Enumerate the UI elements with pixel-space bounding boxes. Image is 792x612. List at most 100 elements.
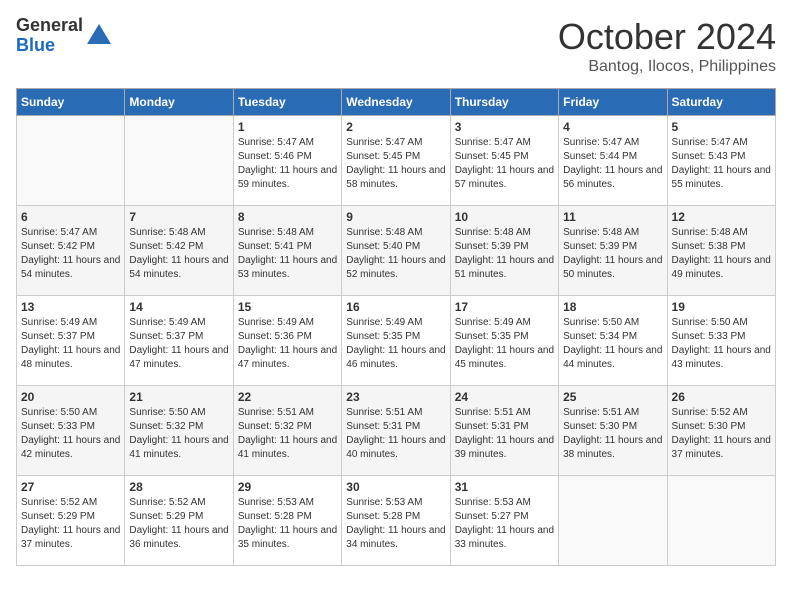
day-cell: 8 Sunrise: 5:48 AM Sunset: 5:41 PM Daylig…	[233, 206, 341, 296]
day-cell: 2 Sunrise: 5:47 AM Sunset: 5:45 PM Daylig…	[342, 116, 450, 206]
day-info: Sunrise: 5:47 AM Sunset: 5:43 PM Dayligh…	[672, 136, 771, 192]
day-cell: 23Sunrise: 5:51 AM Sunset: 5:31 PM Dayli…	[342, 386, 450, 476]
day-number: 8	[238, 210, 337, 224]
day-cell: 24 Sunrise: 5:51 AM Sunset: 5:31 PM Dayli…	[450, 386, 558, 476]
day-number: 11	[563, 210, 662, 224]
day-cell	[667, 476, 775, 566]
day-info: Sunrise: 5:52 AM Sunset: 5:30 PM Dayligh…	[672, 406, 771, 462]
day-number: 9	[346, 210, 445, 224]
month-title: October 2024	[558, 16, 776, 58]
week-row-4: 27 Sunrise: 5:52 AM Sunset: 5:29 PM Dayli…	[17, 476, 776, 566]
day-info: Sunrise: 5:53 AM Sunset: 5:28 PM Dayligh…	[346, 496, 445, 552]
day-cell: 11 Sunrise: 5:48 AM Sunset: 5:39 PM Dayli…	[559, 206, 667, 296]
day-cell: 14 Sunrise: 5:49 AM Sunset: 5:37 PM Dayli…	[125, 296, 233, 386]
day-number: 30	[346, 480, 445, 494]
day-number: 1	[238, 120, 337, 134]
day-cell: 9 Sunrise: 5:48 AM Sunset: 5:40 PM Daylig…	[342, 206, 450, 296]
day-cell: 6 Sunrise: 5:47 AM Sunset: 5:42 PM Daylig…	[17, 206, 125, 296]
day-cell: 26 Sunrise: 5:52 AM Sunset: 5:30 PM Dayli…	[667, 386, 775, 476]
day-number: 3	[455, 120, 554, 134]
day-info: Sunrise: 5:48 AM Sunset: 5:39 PM Dayligh…	[455, 226, 554, 282]
day-number: 16	[346, 300, 445, 314]
day-info: Sunrise: 5:50 AM Sunset: 5:33 PM Dayligh…	[21, 406, 120, 462]
day-cell: 22 Sunrise: 5:51 AM Sunset: 5:32 PM Dayli…	[233, 386, 341, 476]
day-info: Sunrise: 5:47 AM Sunset: 5:45 PM Dayligh…	[455, 136, 554, 192]
logo-icon	[85, 22, 113, 50]
logo: General Blue	[16, 16, 113, 56]
day-info: Sunrise: 5:48 AM Sunset: 5:40 PM Dayligh…	[346, 226, 445, 282]
day-info: Sunrise: 5:49 AM Sunset: 5:35 PM Dayligh…	[455, 316, 554, 372]
day-number: 22	[238, 390, 337, 404]
week-row-3: 20 Sunrise: 5:50 AM Sunset: 5:33 PM Dayli…	[17, 386, 776, 476]
day-cell: 27Sunrise: 5:52 AM Sunset: 5:29 PM Dayli…	[17, 476, 125, 566]
day-info: Sunrise: 5:51 AM Sunset: 5:32 PM Dayligh…	[238, 406, 337, 462]
day-cell: 1 Sunrise: 5:47 AM Sunset: 5:46 PM Daylig…	[233, 116, 341, 206]
day-cell: 17 Sunrise: 5:49 AM Sunset: 5:35 PM Dayli…	[450, 296, 558, 386]
day-info: Sunrise: 5:48 AM Sunset: 5:42 PM Dayligh…	[129, 226, 228, 282]
day-number: 17	[455, 300, 554, 314]
day-number: 23	[346, 390, 445, 404]
day-cell: 12 Sunrise: 5:48 AM Sunset: 5:38 PM Dayli…	[667, 206, 775, 296]
day-cell: 30 Sunrise: 5:53 AM Sunset: 5:28 PM Dayli…	[342, 476, 450, 566]
day-cell: 10Sunrise: 5:48 AM Sunset: 5:39 PM Dayli…	[450, 206, 558, 296]
day-info: Sunrise: 5:48 AM Sunset: 5:39 PM Dayligh…	[563, 226, 662, 282]
day-number: 4	[563, 120, 662, 134]
day-cell	[17, 116, 125, 206]
day-cell: 4 Sunrise: 5:47 AM Sunset: 5:44 PM Daylig…	[559, 116, 667, 206]
day-number: 6	[21, 210, 120, 224]
day-info: Sunrise: 5:47 AM Sunset: 5:46 PM Dayligh…	[238, 136, 337, 192]
day-info: Sunrise: 5:47 AM Sunset: 5:45 PM Dayligh…	[346, 136, 445, 192]
day-number: 12	[672, 210, 771, 224]
day-number: 14	[129, 300, 228, 314]
day-number: 13	[21, 300, 120, 314]
day-number: 26	[672, 390, 771, 404]
day-number: 24	[455, 390, 554, 404]
day-number: 31	[455, 480, 554, 494]
day-info: Sunrise: 5:52 AM Sunset: 5:29 PM Dayligh…	[129, 496, 228, 552]
logo-general-text: General	[16, 16, 83, 36]
day-cell: 31 Sunrise: 5:53 AM Sunset: 5:27 PM Dayli…	[450, 476, 558, 566]
day-info: Sunrise: 5:51 AM Sunset: 5:31 PM Dayligh…	[455, 406, 554, 462]
day-cell	[559, 476, 667, 566]
day-info: Sunrise: 5:50 AM Sunset: 5:32 PM Dayligh…	[129, 406, 228, 462]
week-row-2: 13 Sunrise: 5:49 AM Sunset: 5:37 PM Dayli…	[17, 296, 776, 386]
logo-blue-text: Blue	[16, 36, 83, 56]
day-info: Sunrise: 5:48 AM Sunset: 5:41 PM Dayligh…	[238, 226, 337, 282]
day-number: 27	[21, 480, 120, 494]
day-number: 25	[563, 390, 662, 404]
day-cell: 19 Sunrise: 5:50 AM Sunset: 5:33 PM Dayli…	[667, 296, 775, 386]
day-info: Sunrise: 5:49 AM Sunset: 5:37 PM Dayligh…	[129, 316, 228, 372]
day-cell: 3 Sunrise: 5:47 AM Sunset: 5:45 PM Daylig…	[450, 116, 558, 206]
day-number: 19	[672, 300, 771, 314]
day-number: 15	[238, 300, 337, 314]
day-number: 2	[346, 120, 445, 134]
header-cell-thursday: Thursday	[450, 89, 558, 116]
location-title: Bantog, Ilocos, Philippines	[558, 58, 776, 76]
page-header: General Blue October 2024 Bantog, Ilocos…	[16, 16, 776, 76]
header-cell-friday: Friday	[559, 89, 667, 116]
day-info: Sunrise: 5:47 AM Sunset: 5:44 PM Dayligh…	[563, 136, 662, 192]
day-info: Sunrise: 5:49 AM Sunset: 5:35 PM Dayligh…	[346, 316, 445, 372]
day-cell: 15 Sunrise: 5:49 AM Sunset: 5:36 PM Dayli…	[233, 296, 341, 386]
calendar-table: SundayMondayTuesdayWednesdayThursdayFrid…	[16, 88, 776, 566]
day-cell: 29Sunrise: 5:53 AM Sunset: 5:28 PM Dayli…	[233, 476, 341, 566]
day-info: Sunrise: 5:49 AM Sunset: 5:37 PM Dayligh…	[21, 316, 120, 372]
week-row-1: 6 Sunrise: 5:47 AM Sunset: 5:42 PM Daylig…	[17, 206, 776, 296]
day-cell	[125, 116, 233, 206]
day-info: Sunrise: 5:47 AM Sunset: 5:42 PM Dayligh…	[21, 226, 120, 282]
header-cell-sunday: Sunday	[17, 89, 125, 116]
header-cell-tuesday: Tuesday	[233, 89, 341, 116]
day-number: 29	[238, 480, 337, 494]
day-info: Sunrise: 5:48 AM Sunset: 5:38 PM Dayligh…	[672, 226, 771, 282]
day-cell: 20 Sunrise: 5:50 AM Sunset: 5:33 PM Dayli…	[17, 386, 125, 476]
day-number: 7	[129, 210, 228, 224]
day-number: 18	[563, 300, 662, 314]
header-row: SundayMondayTuesdayWednesdayThursdayFrid…	[17, 89, 776, 116]
header-cell-wednesday: Wednesday	[342, 89, 450, 116]
day-info: Sunrise: 5:53 AM Sunset: 5:27 PM Dayligh…	[455, 496, 554, 552]
day-info: Sunrise: 5:50 AM Sunset: 5:33 PM Dayligh…	[672, 316, 771, 372]
day-number: 20	[21, 390, 120, 404]
day-cell: 16 Sunrise: 5:49 AM Sunset: 5:35 PM Dayli…	[342, 296, 450, 386]
day-cell: 18Sunrise: 5:50 AM Sunset: 5:34 PM Dayli…	[559, 296, 667, 386]
day-info: Sunrise: 5:49 AM Sunset: 5:36 PM Dayligh…	[238, 316, 337, 372]
